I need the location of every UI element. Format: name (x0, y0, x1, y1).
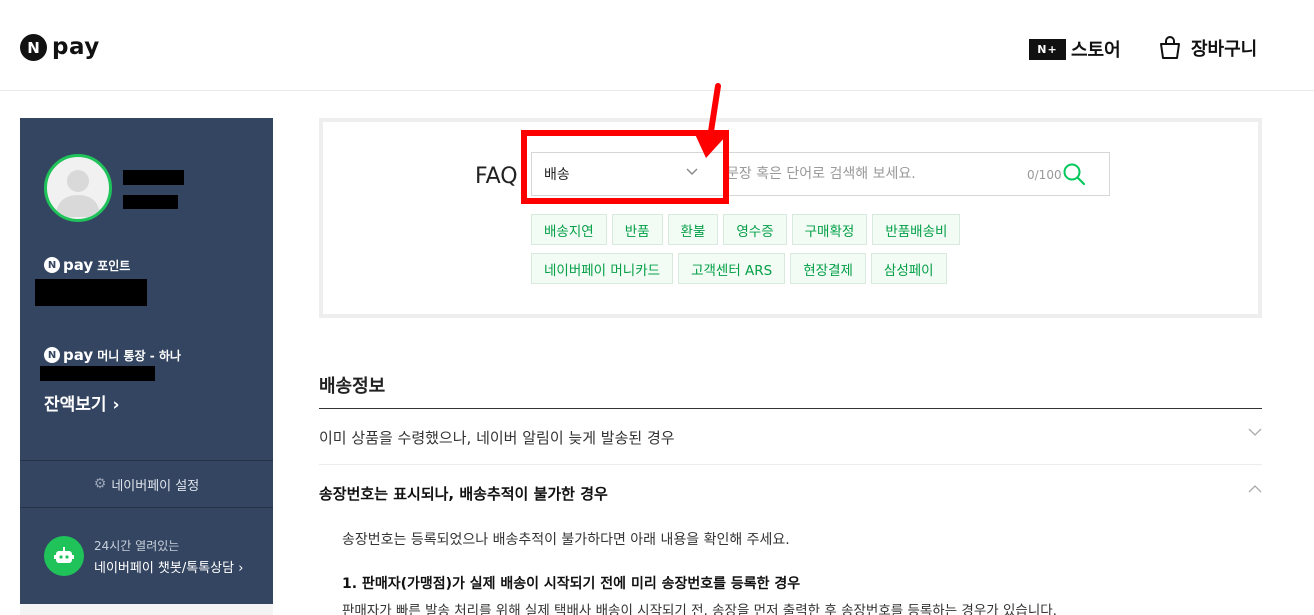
faq-question-2[interactable]: 송장번호는 표시되나, 배송추적이 불가한 경우 (319, 465, 1262, 521)
n-logo-icon: N (44, 257, 60, 273)
store-label: 스토어 (1071, 40, 1121, 61)
faq-title: FAQ (475, 164, 518, 189)
faq-tag[interactable]: 현장결제 (790, 253, 866, 284)
question-text: 이미 상품을 수령했으나, 네이버 알림이 늦게 발송된 경우 (319, 429, 675, 447)
answer-body: 판매자가 빠른 발송 처리를 위해 실제 택배사 배송이 시작되기 전, 송장을… (342, 603, 1057, 615)
pay-text: pay (63, 256, 94, 274)
shopping-bag-icon (1160, 36, 1180, 59)
faq-tag[interactable]: 삼성페이 (870, 253, 947, 284)
faq-search-field: 0/100 (712, 152, 1110, 196)
answer-intro: 송장번호는 등록되었으나 배송추적이 불가하다면 아래 내용을 확인해 주세요. (342, 532, 790, 548)
logo-text: pay (52, 34, 100, 60)
tag-row: 배송지연 반품 환불 영수증 구매확정 반품배송비 (531, 214, 991, 245)
chevron-right-icon: › (112, 395, 120, 415)
user-silhouette-icon (56, 170, 100, 217)
faq-tag[interactable]: 배송지연 (531, 214, 607, 245)
n-logo-icon: N (20, 34, 47, 61)
avatar (44, 154, 112, 222)
points-text: 포인트 (97, 258, 131, 273)
faq-tag[interactable]: 영수증 (723, 214, 787, 245)
settings-label: 네이버페이 설정 (111, 478, 200, 494)
points-label: N pay 포인트 (44, 256, 130, 274)
answer-heading: 1. 판매자(가맹점)가 실제 배송이 시작되기 전에 미리 송장번호를 등록한… (342, 576, 801, 592)
faq-tags: 배송지연 반품 환불 영수증 구매확정 반품배송비 네이버페이 머니카드 고객센터 ARS 현… (531, 214, 991, 292)
faq-search-input[interactable] (726, 163, 1016, 185)
chevron-right-icon: › (238, 560, 244, 576)
red-arrow-annotation (694, 83, 726, 158)
faq-tag[interactable]: 반품 (611, 214, 663, 245)
pay-text: pay (63, 346, 94, 364)
faq-question-1[interactable]: 이미 상품을 수령했으나, 네이버 알림이 늦게 발송된 경우 (319, 409, 1262, 465)
chevron-down-icon (1248, 425, 1262, 441)
faq-tag[interactable]: 반품배송비 (872, 214, 961, 245)
store-link[interactable]: N+ 스토어 (1029, 36, 1121, 62)
npay-settings-button[interactable]: ⚙ 네이버페이 설정 (20, 460, 273, 508)
faq-search-panel: FAQ 배송 0/100 배송지연반품환불영수증구매확정반품배송비 네이버페이 … (319, 118, 1262, 318)
section-title: 배송정보 (319, 376, 386, 397)
redacted-username (123, 170, 184, 185)
user-sidebar: N pay 포인트 N pay 머니 통장 - 하나 잔액보기 › ⚙ 네이버페… (20, 118, 273, 615)
balance-label: 잔액보기 (44, 395, 107, 415)
top-header: N pay N+ 스토어 장바구니 (0, 0, 1314, 91)
nplus-badge-icon: N+ (1029, 38, 1066, 60)
cart-label: 장바구니 (1191, 39, 1258, 60)
chevron-up-icon (1248, 481, 1262, 497)
cart-link[interactable]: 장바구니 (1157, 35, 1257, 61)
redacted-user-id (123, 195, 178, 209)
view-balance-link[interactable]: 잔액보기 › (44, 390, 120, 415)
account-label: N pay 머니 통장 - 하나 (44, 346, 181, 364)
question-text: 송장번호는 표시되나, 배송추적이 불가한 경우 (319, 485, 608, 503)
faq-tag[interactable]: 고객센터 ARS (678, 253, 786, 284)
gear-icon: ⚙ (93, 476, 107, 492)
search-icon[interactable] (1062, 162, 1086, 190)
sidebar-footer (20, 604, 273, 615)
robot-icon (44, 536, 84, 576)
npay-logo[interactable]: N pay (20, 34, 100, 61)
faq-tag[interactable]: 네이버페이 머니카드 (531, 253, 674, 284)
redacted-account (40, 366, 155, 381)
n-logo-icon: N (44, 347, 60, 363)
chatbot-subtitle: 24시간 열려있는 (94, 538, 180, 553)
faq-tag[interactable]: 환불 (667, 214, 719, 245)
chatbot-title: 네이버페이 챗봇/톡톡상담 › (94, 560, 244, 576)
faq-tag[interactable]: 구매확정 (791, 214, 868, 245)
tag-row: 네이버페이 머니카드 고객센터 ARS 현장결제 삼성페이 (531, 253, 991, 284)
redacted-points (35, 279, 147, 306)
account-text: 머니 통장 - 하나 (97, 348, 181, 363)
char-counter: 0/100 (1027, 168, 1062, 182)
chatbot-link[interactable]: 24시간 열려있는 네이버페이 챗봇/톡톡상담 › (44, 536, 243, 576)
